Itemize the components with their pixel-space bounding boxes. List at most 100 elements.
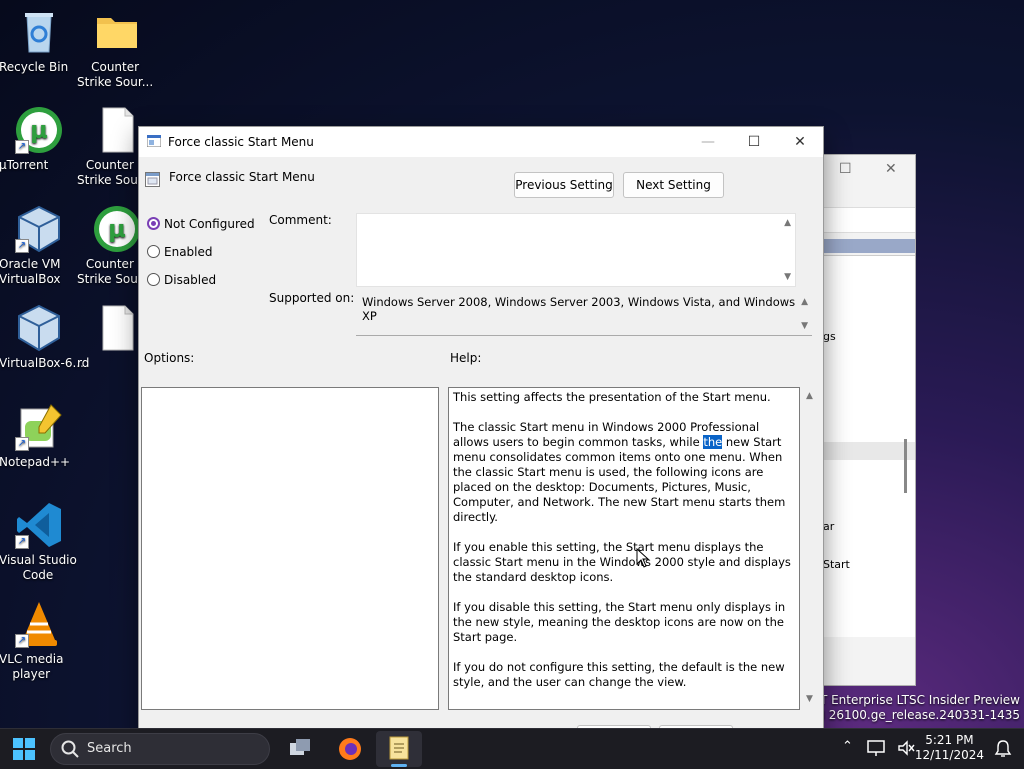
virtualbox-icon: ↗ xyxy=(15,205,63,253)
system-clock[interactable]: 5:21 PM 12/11/2024 xyxy=(915,733,984,763)
policy-name: Force classic Start Menu xyxy=(169,170,315,184)
dialog-titlebar[interactable]: Force classic Start Menu — ☐ ✕ xyxy=(139,127,823,157)
utorrent-icon: µ ↗ xyxy=(15,106,63,154)
maximize-icon[interactable]: ☐ xyxy=(839,161,852,177)
radio-label: Disabled xyxy=(164,273,217,287)
dialog-title: Force classic Start Menu xyxy=(168,135,314,149)
desktop-icon-vscode[interactable]: ↗ Visual Studio Code xyxy=(0,501,79,582)
scroll-up-icon[interactable]: ▲ xyxy=(806,391,813,401)
desktop-icon-label: Recycle Bin xyxy=(0,60,69,74)
close-icon[interactable]: ✕ xyxy=(885,161,897,177)
active-indicator xyxy=(391,764,407,767)
previous-setting-button[interactable]: Previous Setting xyxy=(514,172,614,198)
firefox-taskbar-button[interactable] xyxy=(334,733,366,765)
background-window-text: ar xyxy=(823,520,835,533)
shortcut-arrow-icon: ↗ xyxy=(15,437,29,451)
taskbar-search-box[interactable]: Search xyxy=(50,733,270,765)
taskbar: Search ⌃ 5:21 PM 12/11/2024 xyxy=(0,728,1024,769)
help-selected-text: the xyxy=(703,435,723,449)
volume-muted-icon[interactable] xyxy=(896,739,916,757)
desktop-icon-label: Counter Strike Sour xyxy=(77,257,143,286)
next-setting-button[interactable]: Next Setting xyxy=(623,172,724,198)
desktop-icon-virtualbox-installer[interactable]: VirtualBox-6... xyxy=(0,304,84,370)
background-window-text: gs xyxy=(823,330,836,343)
policy-setting-dialog[interactable]: Force classic Start Menu — ☐ ✕ Force cla… xyxy=(138,126,824,738)
search-placeholder: Search xyxy=(87,741,132,756)
maximize-button[interactable]: ☐ xyxy=(731,127,777,157)
folder-icon xyxy=(93,8,141,56)
svg-text:µ: µ xyxy=(108,215,126,243)
desktop-icon-notepadpp[interactable]: ↗ Notepad++ xyxy=(0,403,79,469)
help-paragraph: If you enable this setting, the Start me… xyxy=(453,540,791,584)
radio-not-configured[interactable]: Not Configured xyxy=(147,215,255,233)
help-paragraph: The classic Start menu in Windows 2000 P… xyxy=(453,420,795,525)
shortcut-arrow-icon: ↗ xyxy=(15,634,29,648)
radio-unselected-icon xyxy=(147,245,160,258)
comment-field[interactable]: ▲ ▼ xyxy=(356,213,796,287)
desktop-icon-virtualbox[interactable]: ↗ Oracle VM VirtualBox xyxy=(0,205,79,286)
watermark-line: 11 IoT Enterprise LTSC Insider Preview xyxy=(789,693,1020,707)
vscode-icon: ↗ xyxy=(15,501,63,549)
document-icon xyxy=(93,106,141,154)
scroll-down-icon[interactable]: ▼ xyxy=(801,321,808,331)
help-paragraph: If you do not configure this setting, th… xyxy=(453,660,785,689)
scroll-up-icon[interactable]: ▲ xyxy=(784,218,791,228)
supported-on-label: Supported on: xyxy=(269,291,355,305)
windows-start-icon xyxy=(13,738,35,760)
highlighted-row xyxy=(823,442,915,460)
scroll-down-icon[interactable]: ▼ xyxy=(806,694,813,704)
clock-date: 12/11/2024 xyxy=(914,748,984,762)
help-paragraph: If you disable this setting, the Start m… xyxy=(453,600,786,644)
notepadpp-icon: ↗ xyxy=(15,403,63,451)
utorrent-icon: µ xyxy=(93,205,141,253)
desktop-icon-label: Visual Studio Code xyxy=(0,553,77,582)
help-label: Help: xyxy=(450,351,482,365)
shortcut-arrow-icon: ↗ xyxy=(15,239,29,253)
search-icon xyxy=(61,740,79,758)
shortcut-arrow-icon: ↗ xyxy=(15,140,29,154)
desktop-icon-recycle-bin[interactable]: Recycle Bin xyxy=(0,8,79,74)
background-window-address-bar xyxy=(823,207,915,233)
background-window-selection-strip xyxy=(823,239,915,253)
chevron-up-icon[interactable]: ⌃ xyxy=(842,739,853,754)
desktop-icon-vlc[interactable]: ↗ VLC media player xyxy=(0,600,79,681)
minimize-button[interactable]: — xyxy=(685,127,731,157)
desktop-icon-counter-strike-folder[interactable]: Counter Strike Sour... xyxy=(77,8,157,89)
help-panel[interactable]: This setting affects the presentation of… xyxy=(448,387,800,710)
close-button[interactable]: ✕ xyxy=(777,127,823,157)
desktop-icon-label: Counter Strike Sour... xyxy=(77,60,154,89)
comment-label: Comment: xyxy=(269,213,332,227)
radio-label: Enabled xyxy=(164,245,213,259)
radio-disabled[interactable]: Disabled xyxy=(147,271,216,289)
desktop-icon-label: Oracle VM VirtualBox xyxy=(0,257,61,286)
desktop-icon-label: Counter Strike Sour xyxy=(77,158,143,187)
radio-enabled[interactable]: Enabled xyxy=(147,243,213,261)
mouse-cursor-icon xyxy=(636,548,650,568)
background-window-pane xyxy=(823,255,915,637)
desktop-icon-label: rd xyxy=(77,356,90,370)
background-window-titlebar: ☐ ✕ xyxy=(821,155,915,185)
scroll-up-icon[interactable]: ▲ xyxy=(801,297,808,307)
notification-bell-icon[interactable] xyxy=(994,739,1012,759)
watermark-line: Build 26100.ge_release.240331-1435 xyxy=(794,708,1020,722)
firefox-icon xyxy=(339,738,361,760)
scroll-down-icon[interactable]: ▼ xyxy=(784,272,791,282)
supported-on-value: Windows Server 2008, Windows Server 2003… xyxy=(362,295,796,323)
desktop-icon-utorrent[interactable]: µ ↗ µTorrent xyxy=(0,106,79,172)
help-paragraph: This setting affects the presentation of… xyxy=(453,390,771,404)
desktop-icon-label: VLC media player xyxy=(0,652,64,681)
policy-window-icon xyxy=(146,134,162,148)
radio-unselected-icon xyxy=(147,273,160,286)
radio-selected-icon xyxy=(147,217,160,230)
background-window-scrollbar[interactable] xyxy=(904,439,907,493)
shortcut-arrow-icon: ↗ xyxy=(15,535,29,549)
radio-label: Not Configured xyxy=(164,217,255,231)
start-button[interactable] xyxy=(8,733,40,765)
help-scrollbar[interactable]: ▲ ▼ xyxy=(801,387,817,708)
vlc-icon: ↗ xyxy=(15,600,63,648)
background-window[interactable]: ☐ ✕ gs ar Start xyxy=(820,154,916,686)
task-view-button[interactable] xyxy=(284,733,316,765)
notepad-icon xyxy=(389,736,409,760)
network-icon[interactable] xyxy=(866,739,886,757)
notepad-taskbar-button[interactable] xyxy=(376,731,422,767)
